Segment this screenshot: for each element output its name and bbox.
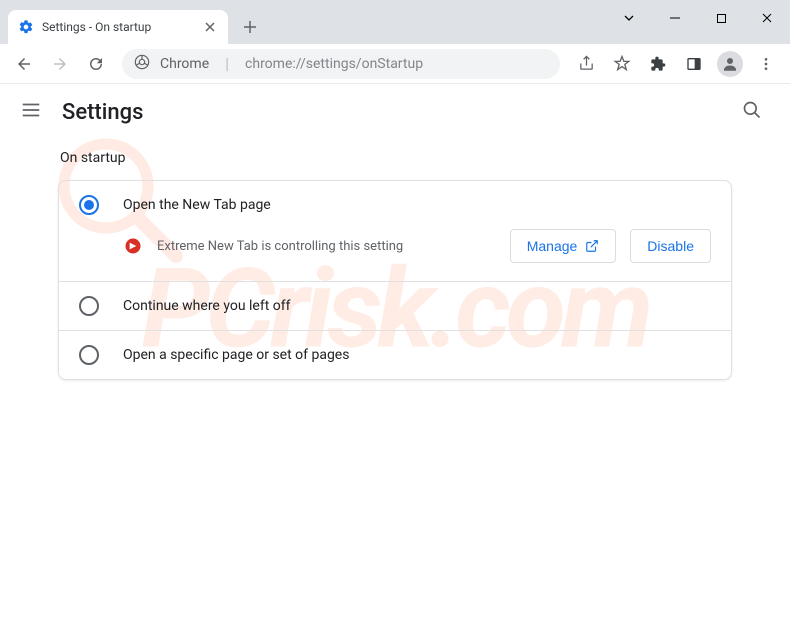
settings-header: Settings: [0, 84, 790, 140]
search-icon[interactable]: [734, 92, 770, 132]
browser-toolbar: Chrome | chrome://settings/onStartup: [0, 44, 790, 84]
chrome-icon: [134, 54, 150, 74]
browser-titlebar: Settings - On startup: [0, 0, 790, 44]
option-continue[interactable]: Continue where you left off: [59, 282, 731, 330]
manage-button[interactable]: Manage: [510, 229, 617, 263]
page-title: Settings: [62, 100, 143, 125]
option-new-tab[interactable]: Open the New Tab page: [59, 181, 731, 229]
settings-content: On startup Open the New Tab page Extreme…: [0, 140, 790, 390]
extension-icon: [123, 236, 143, 256]
manage-button-label: Manage: [527, 238, 578, 254]
extension-message: Extreme New Tab is controlling this sett…: [157, 239, 496, 254]
option-label: Continue where you left off: [123, 298, 291, 314]
window-close-button[interactable]: [744, 0, 790, 36]
section-title: On startup: [58, 150, 732, 166]
window-maximize-button[interactable]: [698, 0, 744, 36]
share-icon[interactable]: [570, 48, 602, 80]
option-specific-pages[interactable]: Open a specific page or set of pages: [59, 331, 731, 379]
radio-continue[interactable]: [79, 296, 99, 316]
menu-icon[interactable]: [750, 48, 782, 80]
gear-icon: [18, 19, 34, 35]
option-label: Open a specific page or set of pages: [123, 347, 349, 363]
new-tab-button[interactable]: [236, 13, 264, 41]
profile-avatar[interactable]: [717, 51, 743, 77]
tab-title: Settings - On startup: [42, 20, 194, 34]
radio-specific-pages[interactable]: [79, 345, 99, 365]
close-icon[interactable]: [202, 19, 218, 35]
open-external-icon: [585, 239, 599, 253]
extensions-icon[interactable]: [642, 48, 674, 80]
reload-button[interactable]: [80, 48, 112, 80]
startup-options-card: Open the New Tab page Extreme New Tab is…: [58, 180, 732, 380]
browser-tab[interactable]: Settings - On startup: [8, 10, 228, 44]
address-bar[interactable]: Chrome | chrome://settings/onStartup: [122, 49, 560, 79]
disable-button[interactable]: Disable: [630, 229, 711, 263]
url-scheme-label: Chrome: [160, 56, 209, 72]
hamburger-icon[interactable]: [20, 99, 42, 125]
bookmark-icon[interactable]: [606, 48, 638, 80]
url-text: chrome://settings/onStartup: [245, 56, 423, 72]
extension-controlling-row: Extreme New Tab is controlling this sett…: [59, 229, 731, 281]
disable-button-label: Disable: [647, 238, 694, 254]
side-panel-icon[interactable]: [678, 48, 710, 80]
forward-button[interactable]: [44, 48, 76, 80]
back-button[interactable]: [8, 48, 40, 80]
url-divider: |: [225, 54, 229, 73]
window-minimize-button[interactable]: [652, 0, 698, 36]
option-label: Open the New Tab page: [123, 197, 271, 213]
radio-new-tab[interactable]: [79, 195, 99, 215]
tab-search-button[interactable]: [606, 0, 652, 36]
